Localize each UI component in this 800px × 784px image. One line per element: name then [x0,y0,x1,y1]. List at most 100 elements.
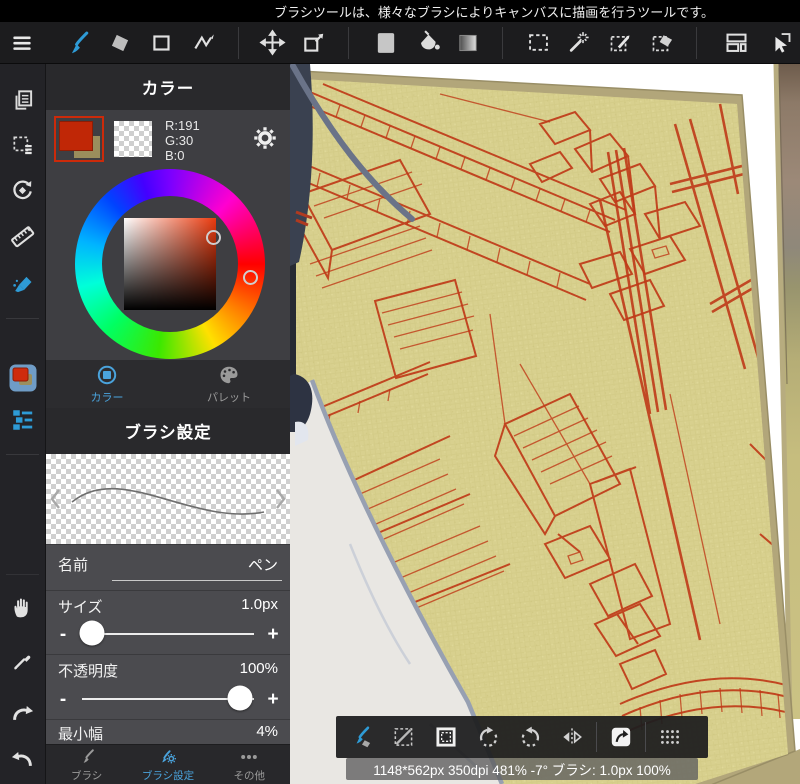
help-bar: ブラシツールは、様々なブラシによりキャンバスに描画を行うツールです。 [0,0,800,22]
gradient-tool-icon[interactable] [452,27,484,59]
opacity-minus-button[interactable]: - [52,689,74,711]
tab-brush[interactable]: ブラシ [46,745,127,784]
status-text: 1148*562px 350dpi 481% -7° ブラシ: 1.0px 10… [373,763,671,778]
brush-eraser-toggle-icon[interactable] [344,721,380,753]
next-brush-icon[interactable] [271,484,289,514]
brush-minwidth-row: 最小幅 4% [46,719,290,745]
window-layout-icon[interactable] [720,27,752,59]
brush-name-row: 名前 ペン [46,544,290,590]
help-text: ブラシツールは、様々なブラシによりキャンバスに描画を行うツールです。 [274,4,714,20]
brush-preview [46,454,290,544]
tab-other[interactable]: その他 [209,745,290,784]
brush-size-row: サイズ 1.0px - + [46,590,290,654]
minwidth-label: 最小幅 [58,726,104,743]
opacity-slider-knob[interactable] [227,685,253,711]
rotate-cw-icon[interactable] [512,721,548,753]
undo-icon[interactable] [8,743,38,773]
canvas-toolbar [336,716,708,758]
brush-tool-icon[interactable] [62,27,94,59]
eyedropper-icon[interactable] [8,645,38,675]
rgb-r: R:191 [165,118,200,133]
brush-tab-icon [83,748,94,763]
size-slider[interactable] [79,618,254,648]
opacity-slider[interactable] [82,683,254,713]
color-panel-title: カラー [46,64,290,110]
shortcut-icon[interactable] [603,721,639,753]
opacity-value: 100% [239,660,278,677]
hue-selector[interactable] [243,270,258,285]
pointer-icon[interactable] [764,27,796,59]
rgb-readout: R:191 G:30 B:0 [165,118,200,163]
rgb-b: B:0 [165,148,185,163]
canvas-area: 1148*562px 350dpi 481% -7° ブラシ: 1.0px 10… [290,64,800,784]
canvas-toolbar-separator [596,722,597,752]
primary-color [59,121,93,151]
background-color-swatch[interactable] [114,121,152,157]
move-tool-icon[interactable] [256,27,288,59]
eraser-tool-icon[interactable] [104,27,136,59]
tab-color[interactable]: カラー [46,360,168,408]
top-toolbar [0,22,800,64]
status-bar: 1148*562px 350dpi 481% -7° ブラシ: 1.0px 10… [346,758,698,780]
toolbar-separator [502,27,503,59]
toolbar-separator [238,27,239,59]
transform-tool-icon[interactable] [298,27,330,59]
color-row: R:191 G:30 B:0 [46,110,290,168]
name-underline [112,579,282,581]
panel-tab-bar: ブラシ ブラシ設定 その他 [46,744,290,784]
rail-separator [6,318,39,319]
minwidth-value: 4% [256,723,278,740]
color-chip-icon[interactable] [8,363,38,393]
select-eraser-icon[interactable] [646,27,678,59]
toolbar-separator [348,27,349,59]
select-rect-icon[interactable] [522,27,554,59]
app-window: ブラシツールは、様々なブラシによりキャンバスに描画を行うツールです。 カラー R… [0,0,800,784]
more-dots-icon [241,754,258,759]
brush-stroke-sample [71,487,265,515]
size-value: 1.0px [241,596,278,613]
ruler-icon[interactable] [8,221,38,251]
gear-icon[interactable] [250,123,282,155]
deselect-icon[interactable] [386,721,422,753]
rgb-g: G:30 [165,133,194,148]
flip-horizontal-icon[interactable] [554,721,590,753]
select-pen-icon[interactable] [604,27,636,59]
toolbar-separator [696,27,697,59]
palette-icon [220,366,238,384]
foreground-color-swatch[interactable] [54,116,104,162]
material-icon[interactable] [8,267,38,297]
size-slider-knob[interactable] [79,620,105,646]
brush-settings-tab-icon [162,749,176,763]
prev-brush-icon[interactable] [47,484,65,514]
size-plus-button[interactable]: + [262,624,284,646]
size-minus-button[interactable]: - [52,624,74,646]
select-all-icon[interactable] [428,721,464,753]
pages-icon[interactable] [8,85,38,115]
canvas-artwork[interactable] [290,64,800,784]
reset-view-icon[interactable] [8,175,38,205]
sv-selector[interactable] [206,230,221,245]
brush-opacity-row: 不透明度 100% - + [46,654,290,719]
magic-wand-icon[interactable] [562,27,594,59]
hand-icon[interactable] [8,592,38,622]
brush-name-value[interactable]: ペン [248,554,278,575]
color-swatch-icon[interactable] [370,27,402,59]
opacity-plus-button[interactable]: + [262,689,284,711]
tab-palette[interactable]: パレット [168,360,290,408]
left-panel: カラー R:191 G:30 B:0 カラー パレット ブラシ設定 名前 ペン … [46,64,290,784]
canvas-toolbar-separator [645,722,646,752]
color-tab-icon [97,365,117,385]
shape-tool-icon[interactable] [146,27,178,59]
brush-name-label: 名前 [58,557,89,574]
redo-icon[interactable] [8,697,38,727]
drag-handle-icon[interactable] [652,721,688,753]
rotate-ccw-icon[interactable] [470,721,506,753]
bucket-fill-icon[interactable] [412,27,444,59]
select-layer-icon[interactable] [8,130,38,160]
polyline-tool-icon[interactable] [188,27,220,59]
layers-icon[interactable] [8,405,38,435]
tab-brush-settings[interactable]: ブラシ設定 [127,745,208,784]
size-label: サイズ [58,599,103,616]
saturation-value-square[interactable] [124,218,216,310]
menu-icon[interactable] [6,27,38,59]
